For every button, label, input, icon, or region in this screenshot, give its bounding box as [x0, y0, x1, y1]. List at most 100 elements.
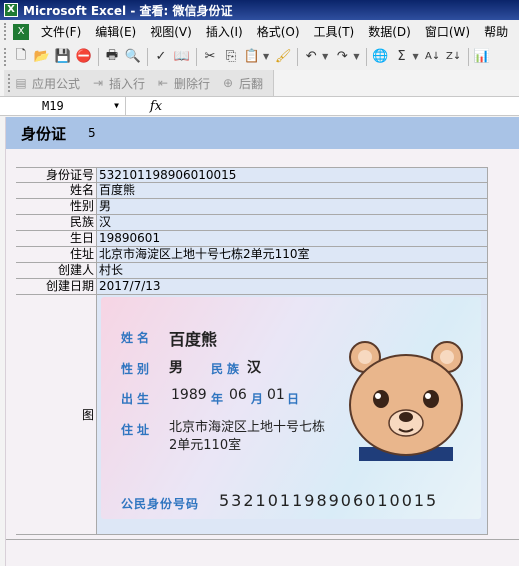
paste-dropdown-icon[interactable]: ▼	[263, 52, 269, 61]
name-box-dropdown-icon[interactable]: ▼	[114, 97, 119, 115]
standard-toolbar: 🗋 📂 💾 ⛔ 🖶 🔍 ✓ 📖 ✂ ⎘ 📋 ▼ 🖌 ↶ ▼ ↷ ▼ 🌐 Σ ▼ …	[0, 43, 519, 70]
redo-dropdown-icon[interactable]: ▼	[353, 52, 359, 61]
field-value[interactable]: 532101198906010015	[96, 168, 488, 182]
card-month-label: 月	[251, 392, 268, 406]
card-ethnic-value: 汉	[247, 360, 261, 376]
card-name-label: 姓名	[121, 331, 154, 345]
menu-window[interactable]: 窗口(W)	[419, 23, 478, 40]
insert-row-icon: ⇥	[92, 76, 104, 90]
menu-edit[interactable]: 编辑(E)	[89, 23, 144, 40]
menu-help[interactable]: 帮助	[478, 23, 516, 40]
print-preview-icon[interactable]: 🔍	[123, 47, 143, 67]
field-value[interactable]: 村长	[96, 263, 488, 278]
field-label: 姓名	[16, 183, 96, 198]
table-row: 创建人 村长	[16, 263, 488, 279]
fx-icon[interactable]: fx	[126, 99, 186, 114]
rollback-label: 后翻	[239, 76, 264, 91]
card-address-label: 住址	[121, 423, 154, 437]
table-row: 住址 北京市海淀区上地十号七栋2单元110室	[16, 247, 488, 263]
card-address-line1: 北京市海淀区上地十号七栋	[169, 420, 326, 435]
id-card-image: 姓名 百度熊 性别 男 民族 汉 出生 1989 年 06 月 01 日 住址 …	[101, 297, 481, 519]
insert-row-label: 插入行	[109, 76, 146, 91]
menu-insert[interactable]: 插入(I)	[200, 23, 251, 40]
toolbar-separator	[467, 47, 469, 66]
spelling-icon[interactable]: ✓	[151, 47, 171, 67]
card-name-value: 百度熊	[169, 330, 218, 349]
sort-descending-icon[interactable]: Z↓	[444, 47, 464, 67]
insert-row-button[interactable]: ⇥ 插入行	[90, 75, 145, 92]
card-gender-label: 性别	[121, 362, 154, 376]
rollback-button[interactable]: ⊕ 后翻	[220, 75, 263, 92]
formula-bar: M19 ▼ fx	[0, 96, 519, 116]
record-count: 5	[88, 126, 96, 140]
rollback-icon: ⊕	[223, 76, 234, 90]
field-label: 身份证号	[16, 168, 96, 182]
sort-ascending-icon[interactable]: A↓	[423, 47, 443, 67]
table-row: 身份证号 532101198906010015	[16, 167, 488, 183]
table-row: 性别 男	[16, 199, 488, 215]
field-value[interactable]: 百度熊	[96, 183, 488, 198]
delete-row-label: 删除行	[174, 76, 211, 91]
copy-icon[interactable]: ⎘	[221, 47, 241, 67]
cell-reference: M19	[42, 99, 64, 113]
record-grid: 身份证号 532101198906010015 姓名 百度熊 性别 男 民族 汉…	[16, 167, 488, 535]
sheet-title: 身份证	[21, 124, 67, 143]
delete-row-icon: ⇤	[158, 76, 169, 90]
paste-icon[interactable]: 📋	[242, 47, 262, 67]
card-birth-year: 1989	[171, 387, 207, 403]
document-icon: ▤	[15, 76, 27, 90]
card-birth-day: 01	[267, 387, 285, 403]
field-value[interactable]: 2017/7/13	[96, 279, 488, 294]
undo-icon[interactable]: ↶	[301, 47, 321, 67]
excel-icon: X	[4, 3, 18, 17]
field-label: 性别	[16, 199, 96, 214]
sheet-header: 身份证 5	[6, 117, 519, 149]
menu-data[interactable]: 数据(D)	[362, 23, 419, 40]
hyperlink-icon[interactable]: 🌐	[370, 47, 390, 67]
cut-icon[interactable]: ✂	[200, 47, 220, 67]
sheet-bottom-border	[6, 539, 519, 540]
toolbar-separator	[196, 47, 197, 66]
image-cell[interactable]: 姓名 百度熊 性别 男 民族 汉 出生 1989 年 06 月 01 日 住址 …	[96, 295, 488, 534]
permission-icon[interactable]: ⛔	[74, 47, 94, 67]
new-icon[interactable]: 🗋	[11, 47, 31, 67]
apply-formula-button[interactable]: ▤ 应用公式	[13, 75, 80, 92]
research-icon[interactable]: 📖	[172, 47, 192, 67]
toolbar-separator	[297, 47, 299, 66]
format-painter-icon[interactable]: 🖌	[273, 47, 293, 67]
menu-tools[interactable]: 工具(T)	[308, 23, 363, 40]
menu-view[interactable]: 视图(V)	[144, 23, 200, 40]
chart-wizard-icon[interactable]: 📊	[472, 47, 492, 67]
field-value[interactable]: 北京市海淀区上地十号七栋2单元110室	[96, 247, 488, 262]
table-row: 民族 汉	[16, 215, 488, 231]
field-label: 生日	[16, 231, 96, 246]
formula-input[interactable]	[186, 97, 519, 115]
undo-dropdown-icon[interactable]: ▼	[322, 52, 328, 61]
record-toolbar: ▤ 应用公式 ⇥ 插入行 ⇤ 删除行 ⊕ 后翻	[4, 70, 274, 96]
open-icon[interactable]: 📂	[32, 47, 52, 67]
field-label: 创建日期	[16, 279, 96, 294]
redo-icon[interactable]: ↷	[332, 47, 352, 67]
field-value[interactable]: 19890601	[96, 231, 488, 246]
menu-format[interactable]: 格式(O)	[251, 23, 308, 40]
menu-file[interactable]: 文件(F)	[35, 23, 89, 40]
field-value[interactable]: 汉	[96, 215, 488, 230]
toolbar-separator	[366, 47, 368, 66]
menu-bar: X 文件(F) 编辑(E) 视图(V) 插入(I) 格式(O) 工具(T) 数据…	[0, 20, 519, 43]
image-row: 图 姓名 百度熊 性别 男 民族 汉 出生 1989 年 06 月 01 日 住…	[16, 295, 488, 535]
name-box[interactable]: M19 ▼	[0, 97, 126, 115]
autosum-icon[interactable]: Σ	[391, 47, 411, 67]
toolbar-separator	[98, 47, 99, 66]
field-label: 民族	[16, 215, 96, 230]
autosum-dropdown-icon[interactable]: ▼	[412, 52, 418, 61]
table-row: 姓名 百度熊	[16, 183, 488, 199]
save-icon[interactable]: 💾	[53, 47, 73, 67]
window-title: Microsoft Excel - 查看: 微信身份证	[23, 3, 233, 18]
workbook-icon[interactable]: X	[13, 23, 29, 40]
print-icon[interactable]: 🖶	[102, 47, 122, 67]
apply-formula-label: 应用公式	[32, 76, 81, 91]
table-row: 生日 19890601	[16, 231, 488, 247]
delete-row-button[interactable]: ⇤ 删除行	[155, 75, 210, 92]
field-value[interactable]: 男	[96, 199, 488, 214]
card-birth-label: 出生	[121, 392, 154, 406]
